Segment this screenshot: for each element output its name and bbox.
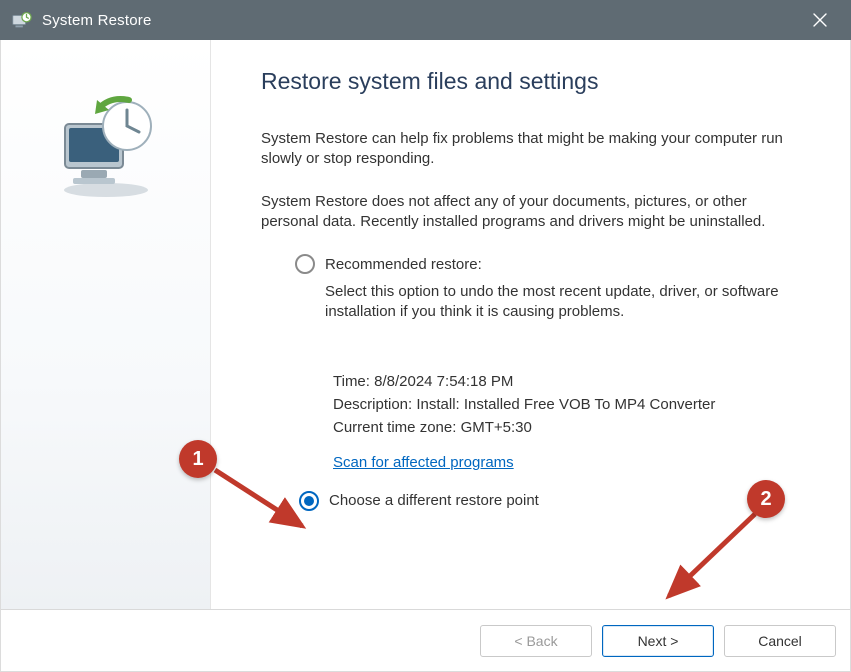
- annotation-callout-1: 1: [179, 440, 217, 478]
- restore-point-details: Time: 8/8/2024 7:54:18 PM Description: I…: [333, 373, 792, 485]
- time-label: Time:: [333, 373, 370, 390]
- wizard-content: Restore system files and settings System…: [211, 40, 850, 609]
- recommended-restore-radio[interactable]: Recommended restore:: [295, 254, 792, 274]
- desc-value: Install: Installed Free VOB To MP4 Conve…: [416, 396, 715, 413]
- radio-icon: [299, 491, 319, 511]
- wizard-side-panel: [1, 40, 211, 609]
- wizard-frame: Restore system files and settings System…: [0, 40, 851, 672]
- recommended-option-block: Recommended restore: Select this option …: [295, 254, 792, 511]
- choose-different-label: Choose a different restore point: [329, 492, 539, 509]
- radio-icon: [295, 254, 315, 274]
- tz-label: Current time zone:: [333, 419, 456, 436]
- title-bar: System Restore: [0, 0, 851, 40]
- desc-label: Description:: [333, 396, 412, 413]
- intro-text-2: System Restore does not affect any of yo…: [261, 192, 792, 233]
- back-button[interactable]: < Back: [480, 625, 592, 657]
- system-restore-icon: [10, 9, 32, 31]
- recommended-restore-desc: Select this option to undo the most rece…: [325, 282, 792, 323]
- annotation-callout-2: 2: [747, 480, 785, 518]
- page-heading: Restore system files and settings: [261, 68, 792, 95]
- time-value: 8/8/2024 7:54:18 PM: [374, 373, 513, 390]
- choose-different-radio[interactable]: Choose a different restore point: [299, 491, 792, 511]
- scan-affected-programs-link[interactable]: Scan for affected programs: [333, 454, 514, 471]
- close-button[interactable]: [797, 0, 843, 40]
- intro-text-1: System Restore can help fix problems tha…: [261, 129, 792, 170]
- window-title: System Restore: [42, 12, 797, 29]
- wizard-footer: < Back Next > Cancel: [1, 611, 850, 671]
- next-button[interactable]: Next >: [602, 625, 714, 657]
- cancel-button[interactable]: Cancel: [724, 625, 836, 657]
- tz-value: GMT+5:30: [461, 419, 532, 436]
- wizard-body: Restore system files and settings System…: [1, 40, 850, 610]
- system-restore-large-icon: [51, 90, 161, 200]
- recommended-restore-label: Recommended restore:: [325, 256, 482, 273]
